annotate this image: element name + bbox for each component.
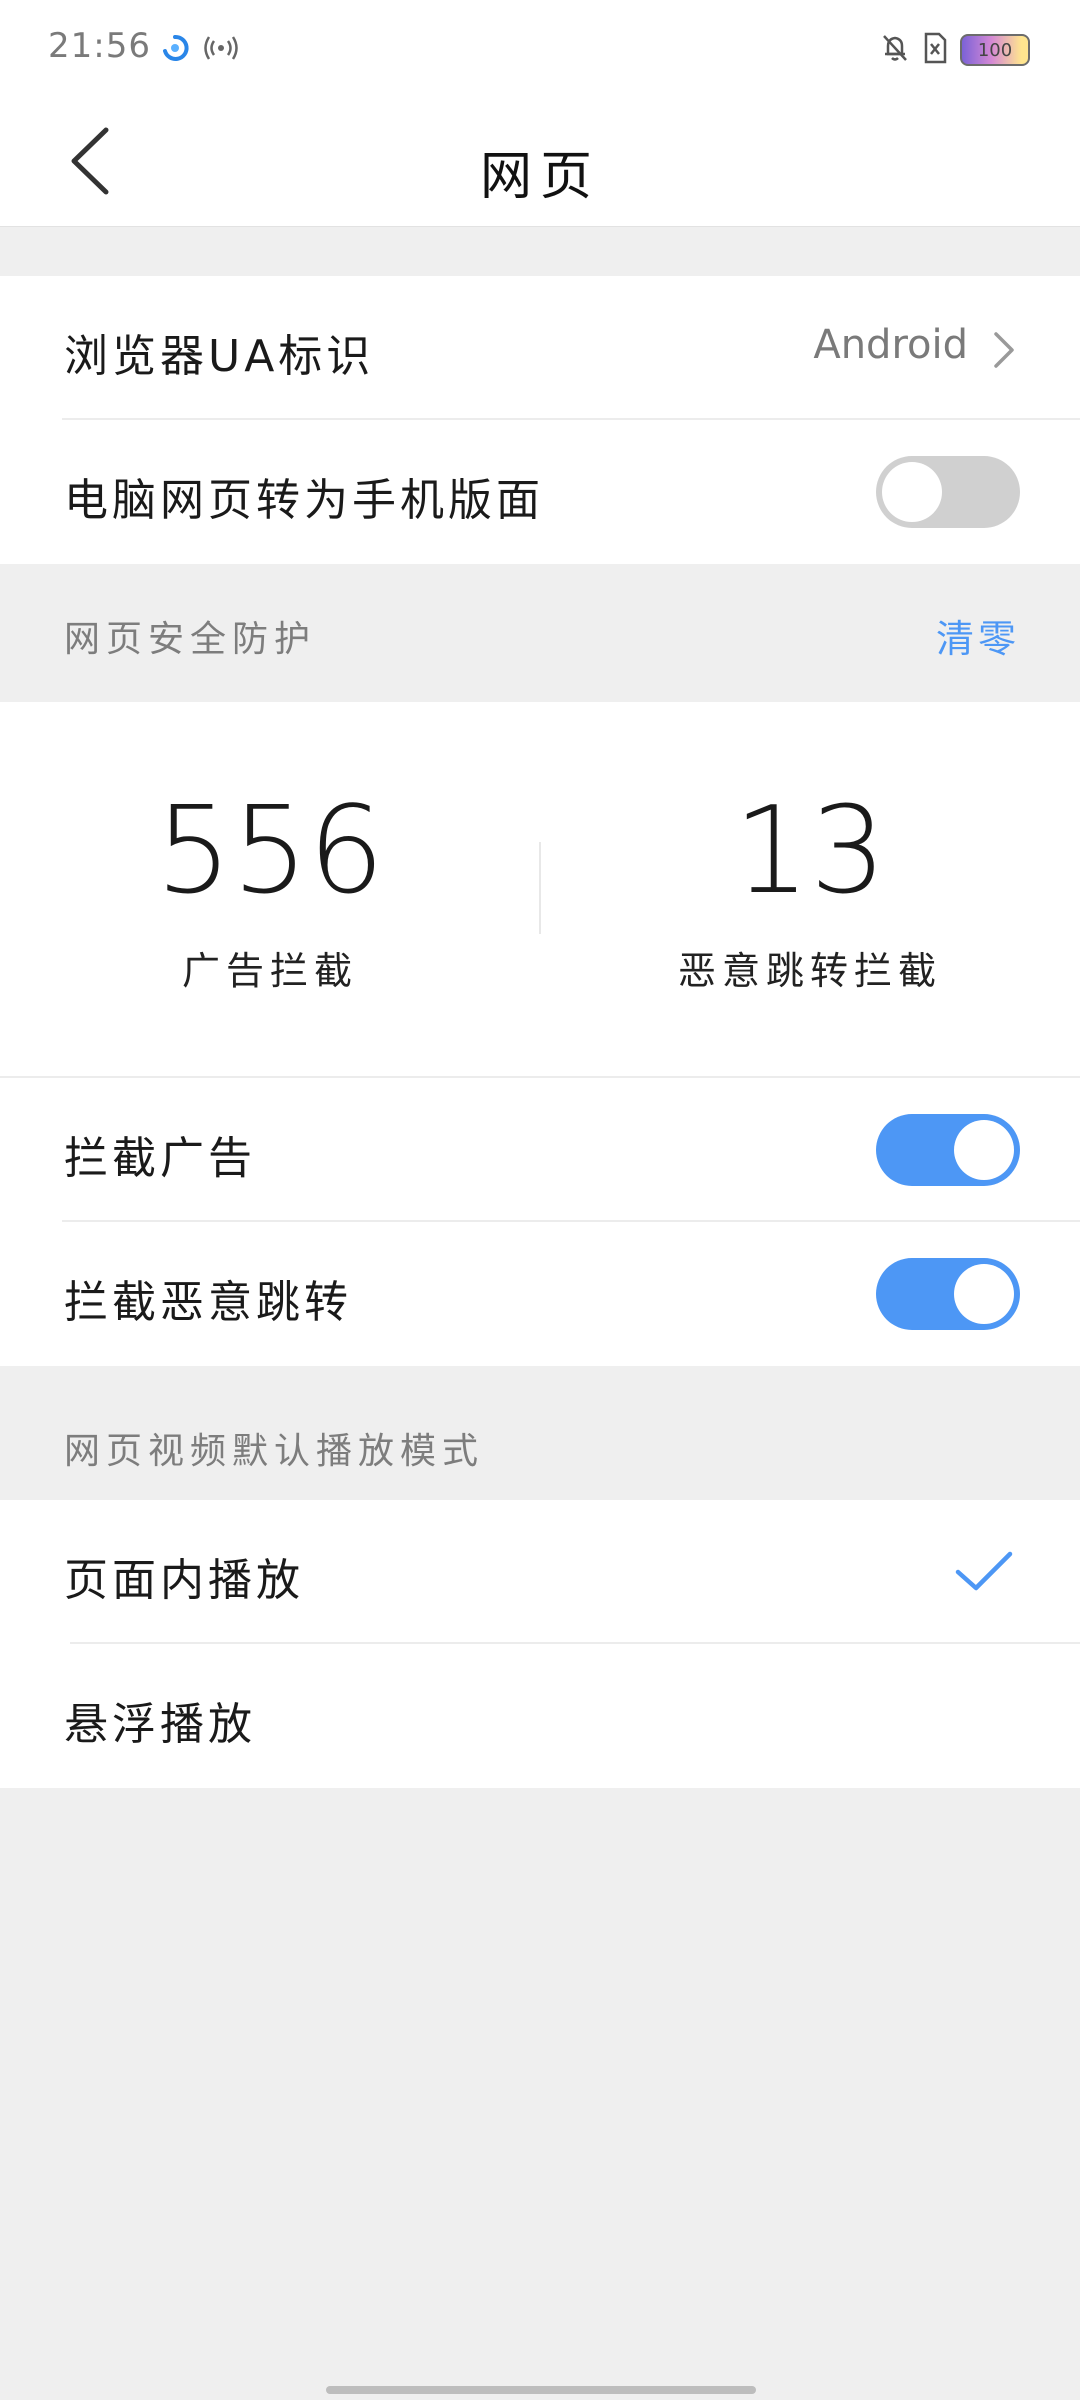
desktop-to-mobile-toggle[interactable] bbox=[876, 456, 1020, 528]
ads-blocked-stat: 556 广告拦截 bbox=[0, 792, 540, 995]
ads-blocked-count: 556 bbox=[155, 782, 385, 921]
security-stats: 556 广告拦截 13 恶意跳转拦截 bbox=[0, 702, 1080, 1078]
header: 网页 bbox=[0, 100, 1080, 227]
hotspot-icon bbox=[204, 35, 238, 65]
sync-icon bbox=[160, 33, 190, 67]
ua-setting-value: Android bbox=[813, 322, 968, 368]
redirects-blocked-count: 13 bbox=[733, 782, 887, 921]
ua-setting-label: 浏览器UA标识 bbox=[64, 331, 375, 382]
toggle-knob bbox=[954, 1120, 1014, 1180]
video-option-floating[interactable]: 悬浮播放 bbox=[0, 1644, 1080, 1788]
checkmark-icon bbox=[954, 1548, 1014, 1598]
toggle-knob bbox=[882, 462, 942, 522]
security-section-title: 网页安全防护 bbox=[64, 619, 317, 660]
video-section-header: 网页视频默认播放模式 bbox=[0, 1366, 1080, 1500]
security-section-header: 网页安全防护 清零 bbox=[0, 564, 1080, 702]
status-left-icons bbox=[160, 30, 238, 70]
chevron-right-icon bbox=[992, 330, 1016, 374]
toggle-knob bbox=[954, 1264, 1014, 1324]
status-bar: 21:56 100 bbox=[0, 0, 1080, 100]
ua-setting-row[interactable]: 浏览器UA标识 Android bbox=[0, 276, 1080, 420]
block-redirects-row: 拦截恶意跳转 bbox=[0, 1222, 1080, 1366]
status-right-icons: 100 bbox=[880, 30, 1030, 70]
block-redirects-toggle[interactable] bbox=[876, 1258, 1020, 1330]
redirects-blocked-label: 恶意跳转拦截 bbox=[677, 949, 942, 993]
notifications-off-icon bbox=[880, 32, 910, 68]
block-ads-row: 拦截广告 bbox=[0, 1078, 1080, 1222]
redirects-blocked-stat: 13 恶意跳转拦截 bbox=[540, 792, 1080, 995]
video-section-title: 网页视频默认播放模式 bbox=[64, 1431, 485, 1472]
page-title: 网页 bbox=[479, 147, 600, 207]
status-time: 21:56 bbox=[48, 26, 151, 66]
home-indicator bbox=[326, 2386, 756, 2394]
block-ads-label: 拦截广告 bbox=[64, 1133, 256, 1184]
desktop-to-mobile-label: 电脑网页转为手机版面 bbox=[64, 475, 544, 526]
ads-blocked-label: 广告拦截 bbox=[181, 949, 358, 993]
block-ads-toggle[interactable] bbox=[876, 1114, 1020, 1186]
battery-level: 100 bbox=[977, 39, 1013, 61]
battery-icon: 100 bbox=[960, 34, 1030, 66]
video-option-inline-label: 页面内播放 bbox=[64, 1555, 304, 1606]
video-option-floating-label: 悬浮播放 bbox=[64, 1699, 256, 1750]
clear-stats-button[interactable]: 清零 bbox=[936, 608, 1020, 663]
sim-card-off-icon bbox=[922, 32, 948, 68]
video-option-inline[interactable]: 页面内播放 bbox=[0, 1500, 1080, 1644]
desktop-to-mobile-row: 电脑网页转为手机版面 bbox=[0, 420, 1080, 564]
block-redirects-label: 拦截恶意跳转 bbox=[64, 1277, 352, 1328]
